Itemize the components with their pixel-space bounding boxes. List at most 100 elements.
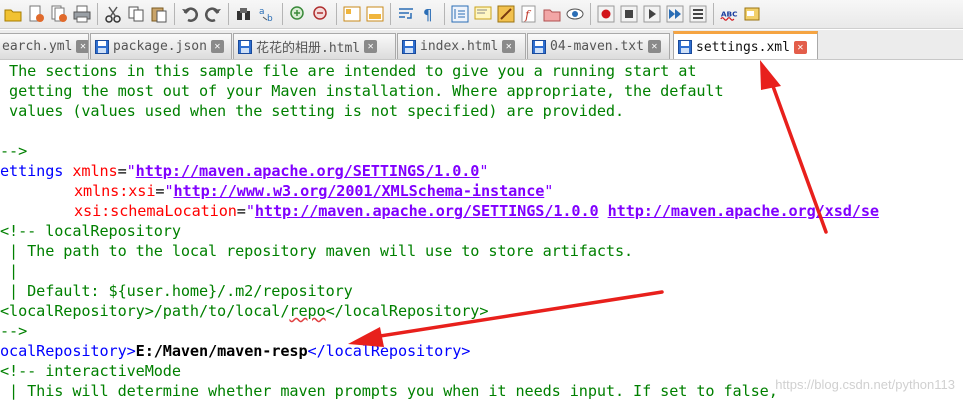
local-repository-value[interactable]: E:/Maven/maven-resp <box>136 342 308 360</box>
tab-index-html[interactable]: index.html ✕ <box>397 33 526 59</box>
close-all-icon[interactable] <box>48 3 70 25</box>
comment-text: </localRepository> <box>325 302 489 320</box>
saved-file-icon <box>238 39 252 54</box>
comment-text: | Default: ${user.home}/.m2/repository <box>0 282 353 300</box>
saved-file-icon <box>402 39 416 54</box>
run-macro-multiple-icon[interactable] <box>664 3 686 25</box>
code-line: xmlns:xsi="http://www.w3.org/2001/XMLSch… <box>74 182 554 200</box>
save-macro-icon[interactable] <box>687 3 709 25</box>
tab-label: earch.yml <box>2 39 73 54</box>
comment-text: values (values used when the setting is … <box>0 102 625 120</box>
document-map-icon[interactable] <box>472 3 494 25</box>
tab-settings-xml[interactable]: settings.xml ✕ <box>673 31 818 59</box>
code-line: --> <box>0 321 27 341</box>
toolbar-separator <box>390 3 391 25</box>
spell-check-icon[interactable]: ABC <box>718 3 740 25</box>
code-line: | The path to the local repository maven… <box>0 241 633 261</box>
code-line: <localRepository>/path/to/local/repo</lo… <box>0 301 488 321</box>
code-line: The sections in this sample file are int… <box>0 61 696 81</box>
zoom-in-icon[interactable] <box>287 3 309 25</box>
tab-package-json[interactable]: package.json ✕ <box>90 33 232 59</box>
watermark: https://blog.csdn.net/python113 <box>775 377 955 392</box>
comment-text: <!-- interactiveMode <box>0 362 181 380</box>
comment-close: --> <box>0 322 28 340</box>
toolbar-separator <box>444 3 445 25</box>
close-tab-icon[interactable]: ✕ <box>502 40 516 53</box>
indent-guide-icon[interactable] <box>449 3 471 25</box>
find-icon[interactable] <box>233 3 255 25</box>
saved-file-icon <box>95 39 109 54</box>
stop-macro-icon[interactable] <box>618 3 640 25</box>
toolbar-separator <box>590 3 591 25</box>
settings-tag: ettings <box>0 162 64 180</box>
close-file-icon[interactable] <box>25 3 47 25</box>
undo-icon[interactable] <box>179 3 201 25</box>
comment-text: | This will determine whether maven prom… <box>0 382 778 400</box>
folder-as-workspace-icon[interactable]: f <box>518 3 540 25</box>
comment-text: <localRepository>/path/to/local/ <box>0 302 290 320</box>
code-line: getting the most out of your Maven insta… <box>0 81 724 101</box>
xmlns-xsi-value[interactable]: http://www.w3.org/2001/XMLSchema-instanc… <box>174 182 545 200</box>
folder-icon[interactable] <box>541 3 563 25</box>
saved-file-icon <box>532 39 546 54</box>
code-line: --> <box>0 141 27 161</box>
code-line: ettings xmlns="http://maven.apache.org/S… <box>0 162 489 180</box>
code-line: <!-- interactiveMode <box>0 361 181 381</box>
toolbar-separator <box>282 3 283 25</box>
zoom-out-icon[interactable] <box>310 3 332 25</box>
file-tab-bar: earch.yml ✕ package.json ✕ 花花的相册.html ✕ … <box>0 30 963 60</box>
close-tab-icon[interactable]: ✕ <box>793 40 807 54</box>
sync-horizontal-icon[interactable] <box>364 3 386 25</box>
xmlns-xsi-attr: xmlns:xsi <box>74 182 156 200</box>
main-toolbar: ab ¶ f ABC <box>0 0 963 29</box>
toolbar-separator <box>713 3 714 25</box>
tab-search-yml[interactable]: earch.yml ✕ <box>0 33 89 59</box>
play-macro-icon[interactable] <box>641 3 663 25</box>
tab-label: index.html <box>420 39 499 54</box>
local-repository-close-tag: /localRepository <box>316 342 462 360</box>
code-line: | This will determine whether maven prom… <box>0 381 778 400</box>
tab-label: 04-maven.txt <box>550 39 644 54</box>
code-line: <!-- localRepository <box>0 221 181 241</box>
open-folder-icon[interactable] <box>2 3 24 25</box>
redo-icon[interactable] <box>202 3 224 25</box>
svg-text:a: a <box>259 7 265 17</box>
tab-photo-album-html[interactable]: 花花的相册.html ✕ <box>233 33 396 59</box>
toolbar-separator <box>228 3 229 25</box>
close-tab-icon[interactable]: ✕ <box>76 40 88 53</box>
tab-04-maven-txt[interactable]: 04-maven.txt ✕ <box>527 33 670 59</box>
paste-icon[interactable] <box>148 3 170 25</box>
copy-icon[interactable] <box>125 3 147 25</box>
comment-text: | <box>0 262 19 280</box>
toolbar-separator <box>174 3 175 25</box>
show-all-chars-icon[interactable]: ¶ <box>418 3 440 25</box>
comment-text: <!-- localRepository <box>0 222 181 240</box>
monitoring-icon[interactable] <box>564 3 586 25</box>
toolbar-separator <box>336 3 337 25</box>
launch-icon[interactable] <box>741 3 763 25</box>
sync-vertical-icon[interactable] <box>341 3 363 25</box>
schema-location-attr: xsi:schemaLocation <box>74 202 237 220</box>
replace-icon[interactable]: ab <box>256 3 278 25</box>
xmlns-value[interactable]: http://maven.apache.org/SETTINGS/1.0.0 <box>136 162 480 180</box>
schema-location-value-2[interactable]: http://maven.apache.org/xsd/se <box>608 202 879 220</box>
function-list-icon[interactable] <box>495 3 517 25</box>
local-repository-open-tag: ocalRepository <box>0 342 127 360</box>
saved-file-icon <box>678 40 692 54</box>
schema-location-value-1[interactable]: http://maven.apache.org/SETTINGS/1.0.0 <box>255 202 599 220</box>
comment-text: getting the most out of your Maven insta… <box>0 82 724 100</box>
word-wrap-icon[interactable] <box>395 3 417 25</box>
tab-label: settings.xml <box>696 39 790 55</box>
close-tab-icon[interactable]: ✕ <box>210 40 224 53</box>
xmlns-attr: xmlns <box>72 162 118 180</box>
code-editor[interactable]: The sections in this sample file are int… <box>0 61 963 400</box>
code-line: xsi:schemaLocation="http://maven.apache.… <box>74 202 879 220</box>
code-line: ocalRepository>E:/Maven/maven-resp</loca… <box>0 342 471 360</box>
record-macro-icon[interactable] <box>595 3 617 25</box>
svg-text:¶: ¶ <box>423 6 433 23</box>
comment-text: The sections in this sample file are int… <box>0 62 697 80</box>
close-tab-icon[interactable]: ✕ <box>647 40 661 53</box>
cut-icon[interactable] <box>102 3 124 25</box>
close-tab-icon[interactable]: ✕ <box>364 40 378 53</box>
print-icon[interactable] <box>71 3 93 25</box>
